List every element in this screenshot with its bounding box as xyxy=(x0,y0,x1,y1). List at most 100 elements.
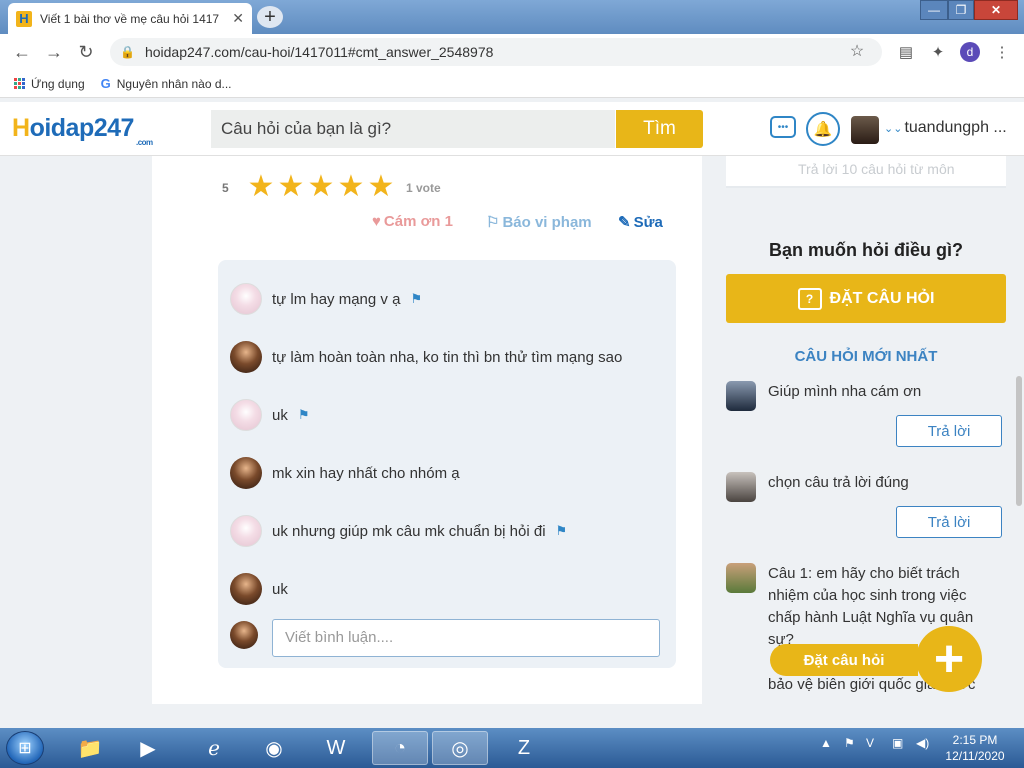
comment-text: uk xyxy=(272,580,288,598)
avatar[interactable] xyxy=(230,573,262,605)
action-center-flag-icon[interactable]: ⚑ xyxy=(844,736,855,750)
bookmark-google[interactable]: G Nguyên nhân nào d... xyxy=(101,76,232,91)
logo-h: H xyxy=(12,114,30,142)
clock-time: 2:15 PM xyxy=(952,733,998,747)
maximize-button[interactable]: ❐ xyxy=(948,0,974,20)
pencil-icon: ✎ xyxy=(618,214,631,231)
star-icon[interactable]: ★ xyxy=(336,172,366,202)
forward-icon[interactable]: → xyxy=(38,42,70,63)
profile-avatar[interactable]: d xyxy=(960,42,980,62)
reply-button[interactable]: Trả lời xyxy=(896,506,1002,538)
apps-grid-icon xyxy=(14,78,25,89)
thanks-button[interactable]: ♥ Cám ơn 1 xyxy=(372,213,453,230)
floating-ask-label[interactable]: Đặt câu hỏi xyxy=(770,644,918,676)
avatar[interactable] xyxy=(230,399,262,431)
ie-icon[interactable]: ℯ xyxy=(186,731,242,765)
site-logo[interactable]: Hoidap247 .com xyxy=(12,114,153,147)
scrollbar[interactable] xyxy=(1016,376,1022,506)
bookmark-apps[interactable]: Ứng dụng xyxy=(14,77,85,91)
comment-text: uk nhưng giúp mk câu mk chuẩn bị hỏi đi xyxy=(272,522,546,540)
newest-questions-title: CÂU HỎI MỚI NHẤT xyxy=(794,348,938,365)
url-text: hoidap247.com/cau-hoi/1417011#cmt_answer… xyxy=(144,44,494,60)
floating-add-button[interactable]: + xyxy=(916,626,982,692)
avatar[interactable] xyxy=(230,341,262,373)
chrome-icon[interactable]: ◎ xyxy=(432,731,488,765)
minimize-button[interactable]: — xyxy=(920,0,948,20)
edit-label: Sửa xyxy=(633,213,663,231)
avatar[interactable] xyxy=(230,457,262,489)
logo-text: oidap247 xyxy=(29,114,135,142)
comment-input[interactable]: Viết bình luận.... xyxy=(272,619,660,657)
star-icon[interactable]: ★ xyxy=(306,172,336,202)
ask-title: Bạn muốn hỏi điều gì? xyxy=(769,240,963,260)
clock[interactable]: 2:15 PM 12/11/2020 xyxy=(944,732,1006,764)
rating-stars[interactable]: ★ ★ ★ ★ ★ xyxy=(246,172,396,202)
comment-text: tự lm hay mạng v ạ xyxy=(272,290,401,308)
question-text[interactable]: chọn câu trả lời đúng xyxy=(768,472,988,502)
close-window-button[interactable]: ✕ xyxy=(974,0,1018,20)
user-avatar[interactable] xyxy=(851,116,879,144)
ask-button-label: ĐẶT CÂU HỎI xyxy=(829,289,935,307)
comment-input-row xyxy=(230,621,268,649)
antivirus-icon[interactable]: V xyxy=(866,736,874,750)
search-input[interactable]: Câu hỏi của bạn là gì? xyxy=(211,110,615,148)
flag-icon[interactable]: ⚑ xyxy=(556,523,568,539)
search-button[interactable]: Tìm xyxy=(616,110,703,148)
star-icon[interactable]: ★ xyxy=(366,172,396,202)
media-icon[interactable]: ◉ xyxy=(246,731,302,765)
avatar xyxy=(726,472,756,502)
question-item[interactable]: chọn câu trả lời đúng xyxy=(726,472,988,502)
browser-tab[interactable]: H Viết 1 bài thơ về mẹ câu hỏi 1417 ✕ xyxy=(8,3,252,34)
edit-button[interactable]: ✎ Sửa xyxy=(618,213,663,232)
network-icon[interactable]: ▣ xyxy=(892,736,903,750)
tray-arrow-icon[interactable]: ▲ xyxy=(820,736,832,750)
word-icon[interactable]: W xyxy=(308,731,364,765)
menu-icon[interactable]: ⋮ xyxy=(992,42,1012,62)
comment-item: uk xyxy=(230,573,288,605)
new-tab-button[interactable]: + xyxy=(257,6,283,28)
zalo-icon[interactable]: Z xyxy=(496,731,552,765)
media-player-icon[interactable]: ▶ xyxy=(120,731,176,765)
ask-question-button[interactable]: ? ĐẶT CÂU HỎI xyxy=(726,274,1006,323)
app-icon[interactable]: ◔ xyxy=(372,731,428,765)
bell-icon[interactable]: 🔔 xyxy=(806,112,840,146)
start-button[interactable]: ⊞ xyxy=(6,731,44,765)
thanks-label: Cám ơn 1 xyxy=(383,213,453,230)
username: tuandungph ... xyxy=(904,119,1007,136)
clock-date: 12/11/2020 xyxy=(945,749,1005,763)
messages-icon[interactable]: ••• xyxy=(770,116,796,138)
address-bar[interactable]: 🔒 hoidap247.com/cau-hoi/1417011#cmt_answ… xyxy=(110,38,882,66)
reply-button[interactable]: Trả lời xyxy=(896,415,1002,447)
bookmark-label: Ứng dụng xyxy=(31,76,85,91)
avatar xyxy=(726,563,756,593)
avatar[interactable] xyxy=(230,515,262,547)
question-item[interactable]: Giúp mình nha cám ơn xyxy=(726,381,988,411)
user-menu[interactable]: ⌄⌄ tuandungph ... xyxy=(884,119,1007,137)
star-icon[interactable]: ★ xyxy=(246,172,276,202)
vote-count: 1 vote xyxy=(406,181,441,195)
flag-icon[interactable]: ⚑ xyxy=(298,407,310,423)
reload-icon[interactable]: ↻ xyxy=(70,42,102,63)
question-text[interactable]: Giúp mình nha cám ơn xyxy=(768,381,988,411)
site-favicon-icon: H xyxy=(16,10,32,27)
puzzle-icon[interactable]: ✦ xyxy=(928,42,948,62)
volume-icon[interactable]: ◀) xyxy=(916,736,929,750)
comment-item: mk xin hay nhất cho nhóm ạ xyxy=(230,457,460,489)
comment-item: uk nhưng giúp mk câu mk chuẩn bị hỏi đi … xyxy=(230,515,567,547)
extension-icon[interactable]: ▤ xyxy=(896,42,916,62)
comment-item: tự lm hay mạng v ạ ⚑ xyxy=(230,283,422,315)
star-icon[interactable]: ★ xyxy=(276,172,306,202)
bookmarks-bar: Ứng dụng G Nguyên nhân nào d... xyxy=(0,70,1024,98)
bookmark-star-icon[interactable]: ☆ xyxy=(842,37,872,67)
back-icon[interactable]: ← xyxy=(6,42,38,63)
heart-icon: ♥ xyxy=(372,213,381,230)
lock-icon: 🔒 xyxy=(120,45,135,59)
question-icon: ? xyxy=(797,287,822,310)
report-button[interactable]: ⚐ Báo vi phạm xyxy=(486,213,592,232)
explorer-icon[interactable]: 📁 xyxy=(62,731,118,765)
avatar[interactable] xyxy=(230,283,262,315)
flag-icon[interactable]: ⚑ xyxy=(410,291,422,307)
close-tab-icon[interactable]: ✕ xyxy=(232,10,244,27)
flag-icon: ⚐ xyxy=(486,214,500,231)
comment-item: uk ⚑ xyxy=(230,399,310,431)
